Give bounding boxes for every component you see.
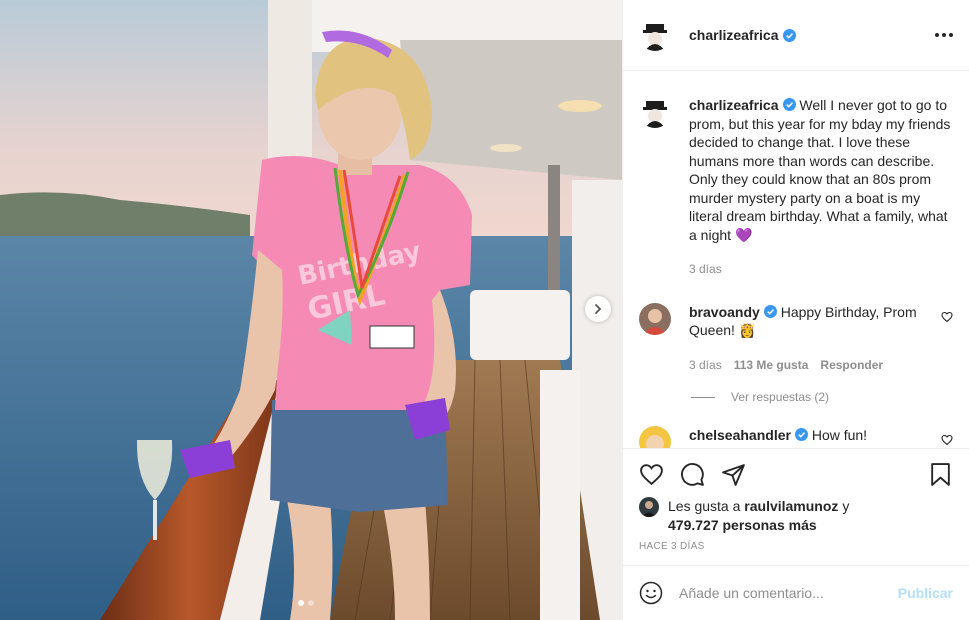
author-username[interactable]: charlizeafrica: [689, 27, 779, 43]
post-caption: charlizeafrica Well I never got to go to…: [639, 96, 953, 279]
comment-text: How fun!: [811, 427, 868, 443]
post-header: charlizeafrica: [623, 0, 969, 71]
heart-icon[interactable]: [941, 311, 953, 323]
comment-item: bravoandy Happy Birthday, Prom Queen! 👸 …: [639, 302, 953, 375]
share-button[interactable]: [721, 462, 746, 487]
likes-connector: y: [842, 498, 850, 514]
post-actions: Les gusta a raulvilamunoz y 479.727 pers…: [623, 448, 969, 565]
publish-button[interactable]: Publicar: [898, 585, 953, 601]
comment-username[interactable]: bravoandy: [689, 304, 760, 320]
carousel-indicator: [298, 600, 314, 606]
instagram-post: Birthday GIRL charlizeafrica charlizeafr…: [0, 0, 969, 620]
caption-time[interactable]: 3 días: [689, 260, 722, 279]
verified-badge-icon: [782, 98, 796, 111]
carousel-dot-1: [298, 600, 304, 606]
comment-item: chelseahandler How fun!: [639, 426, 953, 448]
comment-time[interactable]: 3 días: [689, 356, 722, 375]
post-photo[interactable]: Birthday GIRL: [0, 0, 622, 620]
heart-icon[interactable]: [941, 434, 953, 446]
comment-input[interactable]: [679, 585, 898, 601]
bookmark-icon: [931, 462, 950, 486]
next-slide-button[interactable]: [585, 296, 611, 322]
like-button[interactable]: [639, 462, 664, 487]
view-replies-button[interactable]: Ver respuestas (2): [691, 390, 953, 404]
reply-button[interactable]: Responder: [820, 356, 883, 375]
heart-icon: [640, 463, 663, 485]
commenter-avatar[interactable]: [639, 426, 671, 448]
liker-avatar[interactable]: [639, 497, 659, 517]
photo-scene: Birthday GIRL: [0, 0, 622, 620]
chevron-right-icon: [595, 304, 602, 314]
purple-heart-emoji: 💜: [734, 226, 753, 243]
caption-username[interactable]: charlizeafrica: [689, 97, 779, 113]
caption-text: Well I never got to go to prom, but this…: [689, 97, 951, 243]
comments-list[interactable]: charlizeafrica Well I never got to go to…: [623, 71, 969, 448]
more-options-icon[interactable]: [935, 33, 953, 37]
verified-badge-icon: [782, 28, 796, 42]
carousel-dot-2: [308, 600, 314, 606]
post-side-panel: charlizeafrica charlizeafrica Well I nev…: [622, 0, 969, 620]
share-icon: [722, 463, 745, 486]
comment-button[interactable]: [680, 462, 705, 487]
verified-badge-icon: [794, 428, 808, 441]
post-timestamp[interactable]: HACE 3 DÍAS: [639, 541, 953, 552]
likes-summary: Les gusta a raulvilamunoz y 479.727 pers…: [639, 497, 953, 535]
view-replies-label: Ver respuestas (2): [731, 390, 830, 404]
comment-icon: [681, 462, 704, 486]
author-avatar[interactable]: [639, 96, 671, 128]
liker-username[interactable]: raulvilamunoz: [744, 498, 838, 514]
save-button[interactable]: [928, 462, 953, 487]
verified-badge-icon: [763, 304, 777, 318]
author-avatar[interactable]: [639, 19, 671, 51]
commenter-avatar[interactable]: [639, 302, 671, 335]
likes-prefix: Les gusta a: [668, 498, 741, 514]
emoji-icon: [639, 581, 663, 605]
likes-others[interactable]: 479.727 personas más: [668, 517, 817, 533]
comment-like-count[interactable]: 113 Me gusta: [734, 356, 809, 375]
comment-username[interactable]: chelseahandler: [689, 427, 791, 443]
emoji-button[interactable]: [639, 581, 663, 605]
add-comment-bar: Publicar: [623, 565, 969, 620]
